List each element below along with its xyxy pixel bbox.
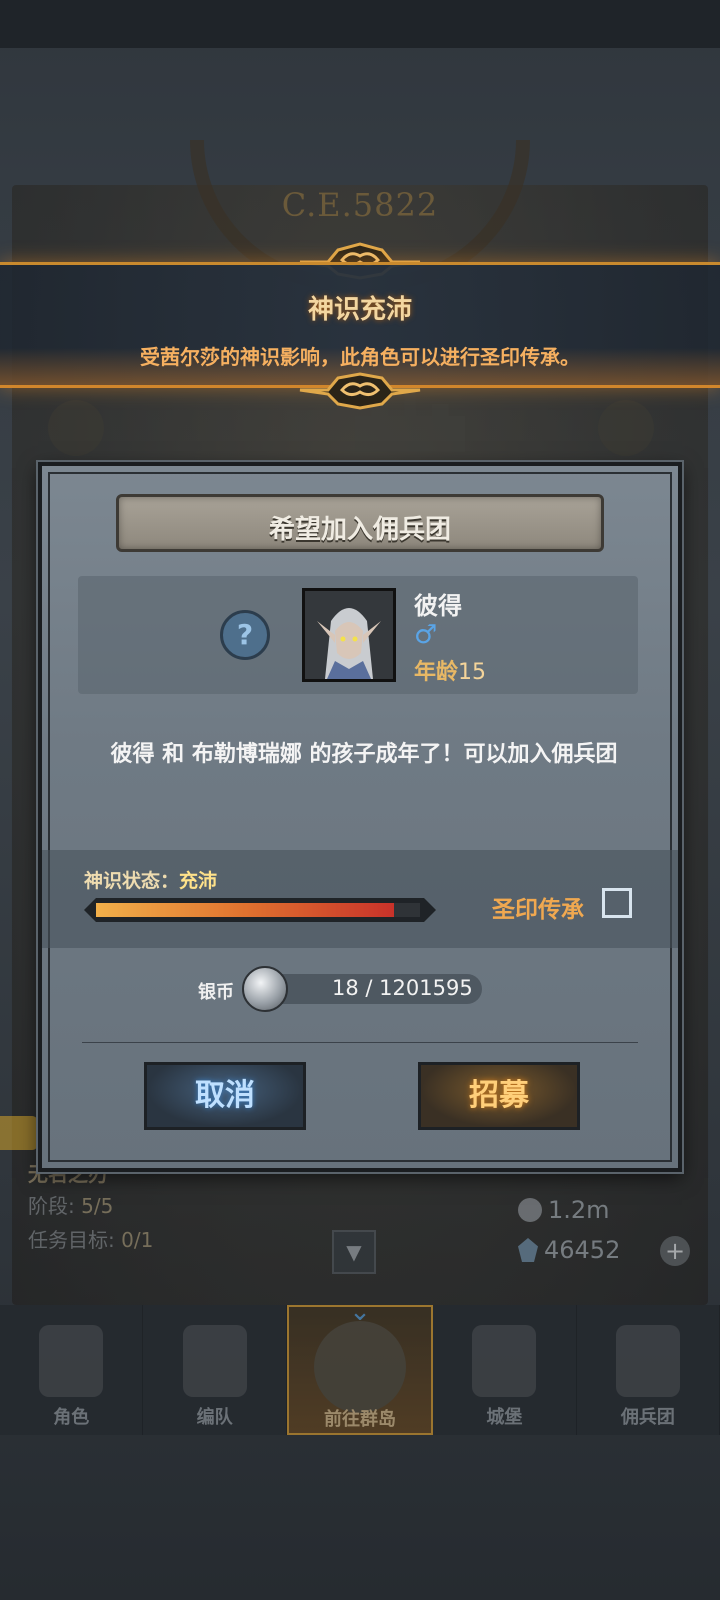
cost-value: 18 / 1201595 bbox=[332, 976, 473, 1000]
status-banner: 神识充沛 受茜尔莎的神识影响，此角色可以进行圣印传承。 bbox=[0, 262, 720, 388]
globe-icon bbox=[314, 1321, 407, 1413]
nav-label: 角色 bbox=[53, 1407, 90, 1428]
dialog-title: 希望加入佣兵团 bbox=[268, 515, 451, 545]
nav-label: 前往群岛 bbox=[324, 1409, 397, 1430]
nav-castle[interactable]: 城堡 bbox=[433, 1305, 577, 1435]
nav-label: 编队 bbox=[196, 1407, 233, 1428]
status-bar-track bbox=[96, 903, 420, 917]
status-label: 神识状态：充沛 bbox=[84, 866, 217, 893]
silver-amount: 1.2m bbox=[548, 1196, 610, 1224]
elf-portrait-icon bbox=[305, 591, 393, 679]
formation-icon bbox=[182, 1325, 247, 1397]
mail-icon[interactable] bbox=[598, 400, 654, 456]
bottom-nav: 角色 编队 ⌄ 前往群岛 城堡 佣兵团 bbox=[0, 1299, 720, 1435]
inherit-label: 圣印传承 bbox=[492, 897, 584, 923]
character-panel: ? 彼得 ♂ 年龄15 bbox=[78, 576, 638, 694]
gem-resource: 46452 bbox=[518, 1236, 620, 1264]
age-label: 年龄 bbox=[414, 660, 459, 685]
nav-formation[interactable]: 编队 bbox=[143, 1305, 287, 1435]
character-portrait[interactable] bbox=[302, 588, 396, 682]
recruit-button[interactable]: 招募 bbox=[418, 1062, 580, 1130]
nav-label: 佣兵团 bbox=[620, 1407, 675, 1428]
ornament-bottom-icon bbox=[299, 372, 421, 410]
quest-stage-value: 5/5 bbox=[81, 1194, 114, 1218]
search-icon[interactable] bbox=[0, 1116, 38, 1150]
add-gems-button[interactable]: + bbox=[660, 1236, 690, 1266]
recruit-dialog: 希望加入佣兵团 ? 彼得 ♂ 年龄15 彼得 和 布勒博瑞娜 的孩子成年了！可以… bbox=[38, 462, 682, 1172]
quest-stage-label: 阶段: bbox=[28, 1194, 75, 1218]
character-name: 彼得 bbox=[414, 592, 462, 620]
banner-description: 受茜尔莎的神识影响，此角色可以进行圣印传承。 bbox=[140, 345, 580, 369]
character-icon bbox=[39, 1325, 104, 1397]
character-age: 年龄15 bbox=[414, 654, 486, 686]
male-gender-icon: ♂ bbox=[414, 620, 438, 650]
mercenary-icon bbox=[615, 1325, 680, 1397]
quest-target: 任务目标: 0/1 bbox=[28, 1224, 153, 1253]
divider bbox=[82, 1042, 638, 1043]
banner-title: 神识充沛 bbox=[307, 295, 412, 325]
top-bar bbox=[0, 0, 720, 48]
status-bar-fill bbox=[96, 903, 395, 917]
collapse-button[interactable]: ▼ bbox=[332, 1230, 376, 1274]
cost-label: 银币 bbox=[198, 982, 234, 1003]
quest-target-label: 任务目标: bbox=[28, 1228, 115, 1252]
cancel-button[interactable]: 取消 bbox=[144, 1062, 306, 1130]
gem-icon bbox=[518, 1238, 538, 1262]
castle-icon bbox=[472, 1325, 537, 1397]
status-bar bbox=[84, 898, 436, 922]
age-value: 15 bbox=[458, 660, 487, 685]
inherit-checkbox[interactable] bbox=[602, 888, 632, 918]
status-label-text: 神识状态： bbox=[84, 870, 180, 892]
cost-row: 银币 18 / 1201595 bbox=[42, 966, 678, 1016]
status-value: 充沛 bbox=[179, 870, 218, 892]
nav-character[interactable]: 角色 bbox=[0, 1305, 144, 1435]
silver-coin-icon bbox=[242, 966, 288, 1012]
dialog-message: 彼得 和 布勒博瑞娜 的孩子成年了！可以加入佣兵团 bbox=[110, 742, 618, 767]
help-icon[interactable]: ? bbox=[220, 610, 270, 660]
gem-amount: 46452 bbox=[544, 1236, 621, 1264]
quest-target-value: 0/1 bbox=[121, 1228, 154, 1252]
nav-islands[interactable]: ⌄ 前往群岛 bbox=[286, 1299, 434, 1435]
bag-icon[interactable] bbox=[48, 400, 104, 456]
status-section: 神识状态：充沛 圣印传承 bbox=[42, 850, 678, 948]
year-label: C.E.5822 bbox=[281, 186, 439, 224]
dialog-title-plate: 希望加入佣兵团 bbox=[116, 494, 604, 552]
silver-resource: 1.2m bbox=[518, 1196, 610, 1224]
nav-label: 城堡 bbox=[486, 1407, 523, 1428]
silver-coin-icon bbox=[518, 1198, 542, 1222]
quest-stage: 阶段: 5/5 bbox=[28, 1190, 113, 1219]
nav-mercenary[interactable]: 佣兵团 bbox=[577, 1305, 720, 1435]
